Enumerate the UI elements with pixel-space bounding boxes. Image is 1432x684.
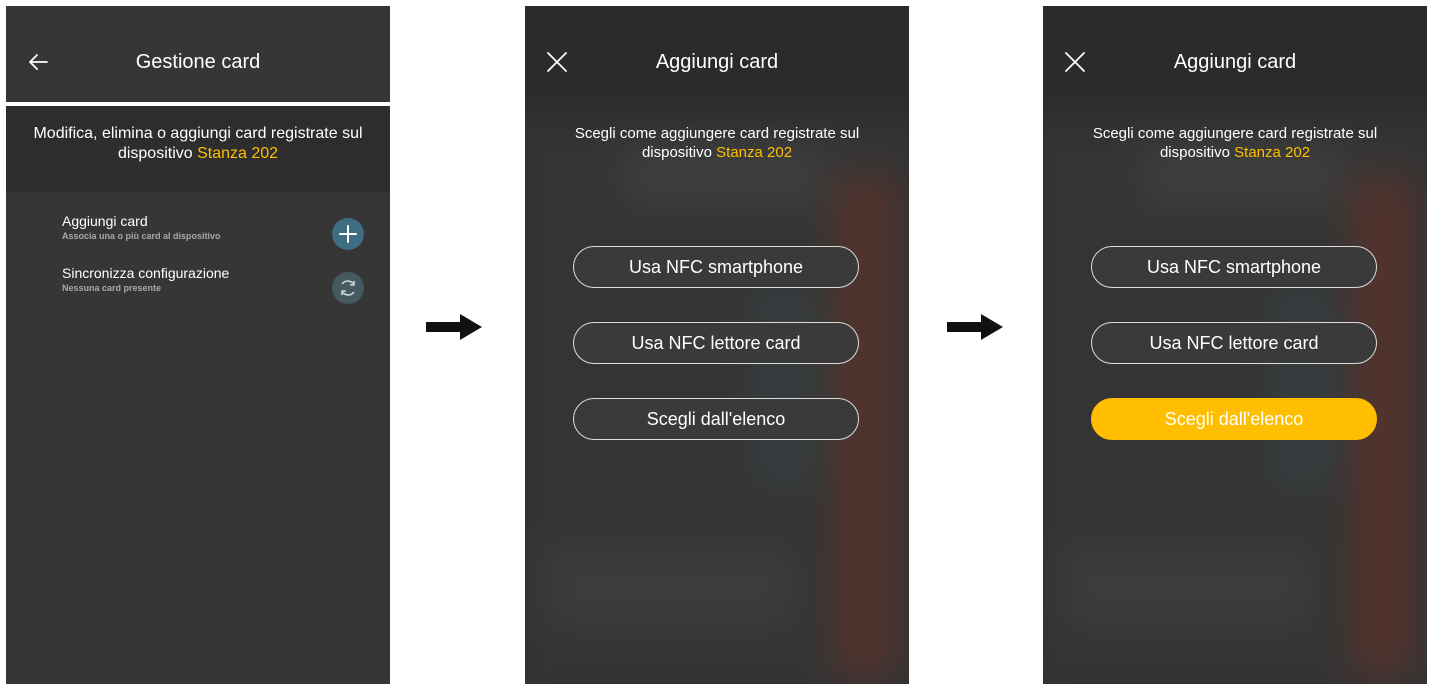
use-nfc-smartphone-button[interactable]: Usa NFC smartphone <box>1091 246 1377 288</box>
device-name: Stanza 202 <box>197 145 279 162</box>
use-nfc-card-reader-button[interactable]: Usa NFC lettore card <box>573 322 859 364</box>
device-name: Stanza 202 <box>716 144 793 161</box>
banner-description: Modifica, elimina o aggiungi card regist… <box>20 124 376 164</box>
page-title: Gestione card <box>135 51 261 73</box>
sync-icon[interactable] <box>332 272 364 304</box>
plus-glyph <box>339 225 357 243</box>
menu-item-subtitle: Nessuna card presente <box>62 283 162 293</box>
choose-from-list-button[interactable]: Scegli dall'elenco <box>573 398 859 440</box>
screen-gestione-card: Gestione card Modifica, elimina o aggiun… <box>6 6 390 684</box>
menu-item-title: Sincronizza configurazione <box>62 265 230 281</box>
screen-aggiungi-card-selected: Aggiungi card Scegli come aggiungere car… <box>1043 6 1427 684</box>
menu-item-title: Aggiungi card <box>62 213 148 229</box>
menu-item-aggiungi-card[interactable]: Aggiungi card Associa una o più card al … <box>6 212 390 256</box>
plus-icon[interactable] <box>332 218 364 250</box>
use-nfc-smartphone-button[interactable]: Usa NFC smartphone <box>573 246 859 288</box>
menu-item-subtitle: Associa una o più card al dispositivo <box>62 231 221 241</box>
page-title: Aggiungi card <box>1173 51 1297 73</box>
subtitle-text: Scegli come aggiungere card registrate s… <box>1063 124 1407 162</box>
screen-aggiungi-card: Aggiungi card Scegli come aggiungere car… <box>525 6 909 684</box>
choose-from-list-button-selected[interactable]: Scegli dall'elenco <box>1091 398 1377 440</box>
info-banner: Modifica, elimina o aggiungi card regist… <box>6 106 390 192</box>
menu-list: Aggiungi card Associa una o più card al … <box>6 192 390 684</box>
subtitle-text: Scegli come aggiungere card registrate s… <box>545 124 889 162</box>
menu-item-sincronizza[interactable]: Sincronizza configurazione Nessuna card … <box>6 264 390 308</box>
right-arrow-icon <box>426 314 482 340</box>
device-name: Stanza 202 <box>1234 144 1311 161</box>
app-header: Gestione card <box>6 6 390 102</box>
page-title: Aggiungi card <box>655 51 779 73</box>
use-nfc-card-reader-button[interactable]: Usa NFC lettore card <box>1091 322 1377 364</box>
right-arrow-icon <box>947 314 1003 340</box>
sync-glyph <box>341 280 355 296</box>
